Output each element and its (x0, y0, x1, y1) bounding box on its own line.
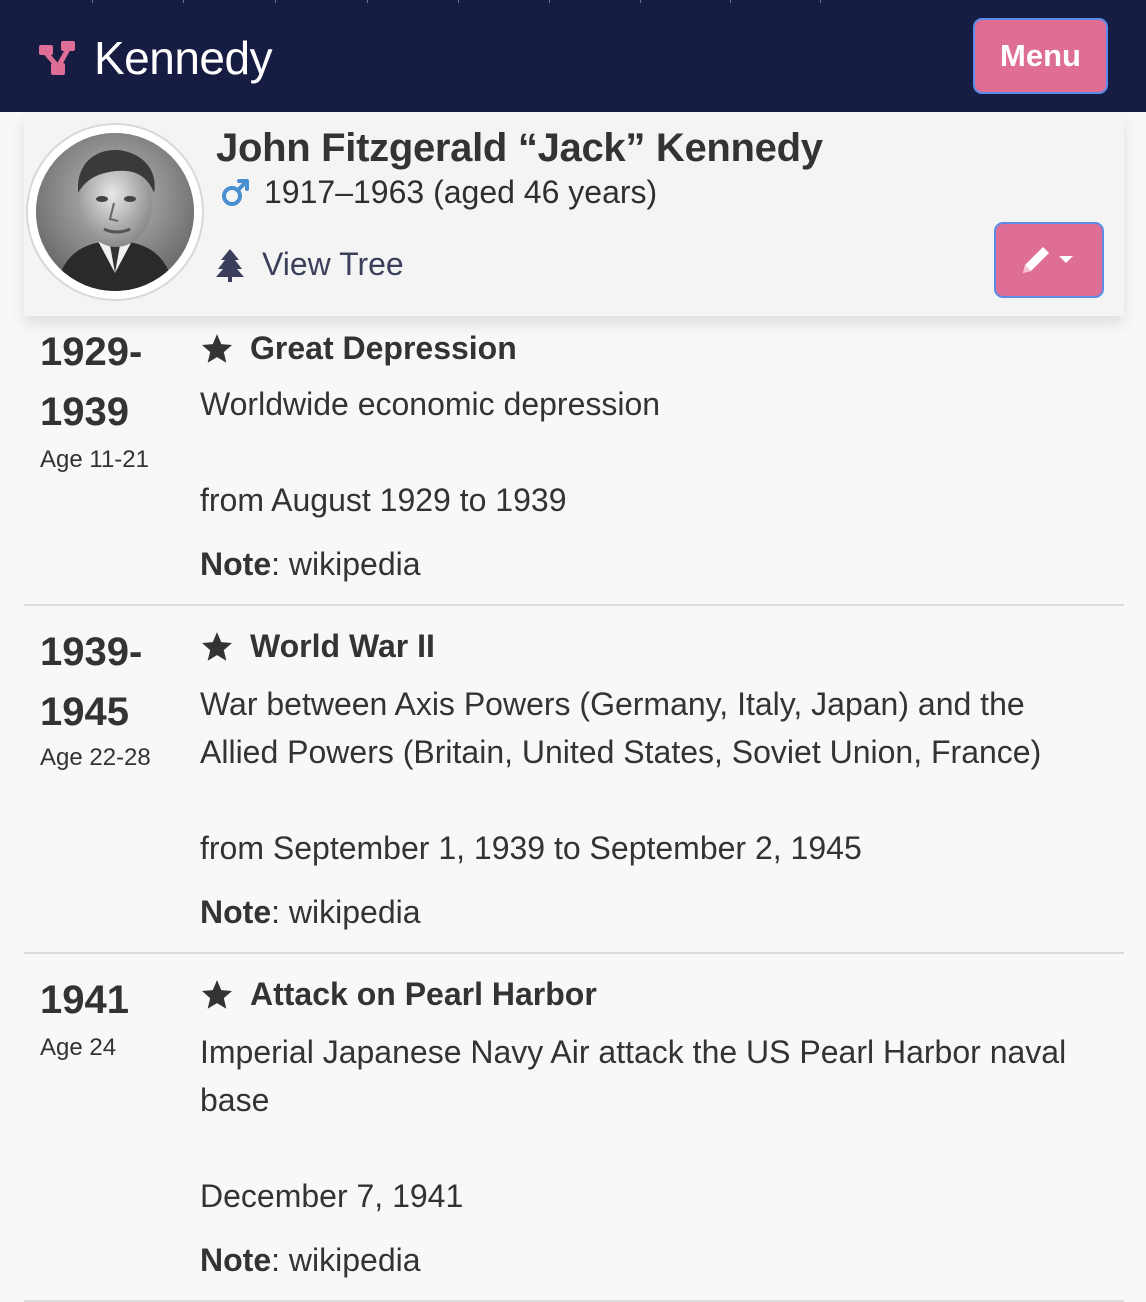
event-title-row: Great Depression (200, 330, 517, 367)
star-icon (201, 333, 233, 363)
event-when: December 7, 1941 (200, 1178, 464, 1214)
event-title: World War II (250, 628, 435, 664)
event-title-row: Attack on Pearl Harbor (200, 976, 597, 1013)
avatar-frame (26, 123, 204, 301)
event-date: 1929- 1939 (40, 322, 190, 442)
navbar-divider-ticks (0, 0, 1146, 3)
menu-button[interactable]: Menu (973, 18, 1108, 94)
event-date: 1939- 1945 (40, 622, 190, 742)
event-date-start: 1939- (40, 630, 143, 674)
edit-dropdown-button[interactable] (994, 222, 1104, 298)
note-value: : wikipedia (271, 546, 421, 582)
brand-link[interactable]: Kennedy (38, 30, 273, 86)
event-description: Imperial Japanese Navy Air attack the US… (200, 1034, 1067, 1118)
star-icon (201, 979, 233, 1009)
event-title: Great Depression (250, 330, 517, 366)
note-value: : wikipedia (271, 894, 421, 930)
view-tree-link[interactable]: View Tree (214, 246, 404, 283)
event-title: Attack on Pearl Harbor (250, 976, 597, 1012)
timeline-event: 1941 Age 24 Attack on Pearl Harbor Imper… (24, 954, 1124, 1302)
event-note: Note: wikipedia (200, 1242, 421, 1279)
event-age: Age 22-28 (40, 744, 151, 771)
event-date-start: 1941 (40, 978, 129, 1022)
timeline-event: 1939- 1945 Age 22-28 World War II War be… (24, 606, 1124, 954)
note-value: : wikipedia (271, 1242, 421, 1278)
event-description: War between Axis Powers (Germany, Italy,… (200, 686, 1042, 770)
event-description: Worldwide economic depression (200, 386, 661, 422)
event-date-start: 1929- (40, 330, 143, 374)
top-navbar: Kennedy Menu (0, 0, 1146, 112)
event-when: from September 1, 1939 to September 2, 1… (200, 830, 862, 866)
event-when: from August 1929 to 1939 (200, 482, 567, 518)
event-note: Note: wikipedia (200, 546, 421, 583)
portrait-image (36, 133, 194, 291)
event-age: Age 24 (40, 1034, 117, 1061)
person-name: John Fitzgerald “Jack” Kennedy (216, 126, 823, 170)
star-icon (201, 631, 233, 661)
person-header-card: John Fitzgerald “Jack” Kennedy 1917–1963… (24, 112, 1124, 316)
brand-name: Kennedy (94, 32, 273, 84)
event-date-end: 1945 (40, 690, 129, 734)
pencil-icon (1023, 247, 1073, 273)
note-label: Note (200, 546, 272, 582)
event-age: Age 11-21 (40, 446, 149, 473)
note-label: Note (200, 1242, 272, 1278)
event-note: Note: wikipedia (200, 894, 421, 931)
note-label: Note (200, 894, 272, 930)
male-gender-icon (222, 178, 249, 206)
event-date-end: 1939 (40, 390, 129, 434)
view-tree-label: View Tree (262, 246, 404, 282)
timeline-event: 1929- 1939 Age 11-21 Great Depression Wo… (24, 316, 1124, 606)
avatar[interactable] (36, 133, 194, 291)
lifespan-text: 1917–1963 (aged 46 years) (264, 174, 658, 210)
person-lifespan: 1917–1963 (aged 46 years) (220, 174, 657, 211)
tree-icon (216, 248, 244, 282)
family-tree-logo-icon (39, 41, 75, 75)
event-title-row: World War II (200, 628, 435, 665)
event-date: 1941 (40, 970, 190, 1030)
